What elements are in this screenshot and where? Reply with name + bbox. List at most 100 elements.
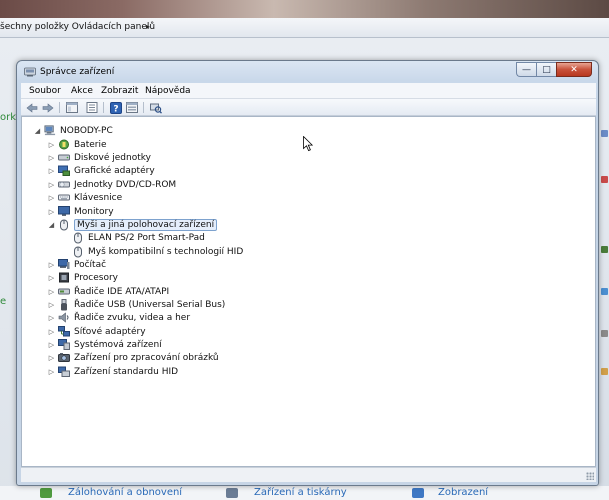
show-hide-tree-icon[interactable] bbox=[65, 101, 79, 114]
tree-child-elan-smart-pad[interactable]: ELAN PS/2 Port Smart-Pad bbox=[72, 231, 205, 244]
computer-icon bbox=[44, 125, 56, 136]
toolbar-separator bbox=[59, 102, 60, 113]
control-panel-bottom-row: Zálohování a obnovení Zařízení a tiskárn… bbox=[0, 486, 609, 500]
tree-item-processors[interactable]: ▷ Procesory bbox=[48, 271, 118, 284]
tree-item-sound-controllers[interactable]: ▷ Řadiče zvuku, videa a her bbox=[48, 311, 190, 324]
dvd-drive-icon bbox=[58, 179, 70, 190]
device-manager-icon bbox=[24, 67, 36, 77]
scan-hardware-icon[interactable] bbox=[149, 101, 163, 114]
display-icon bbox=[412, 488, 424, 498]
menu-view[interactable]: Zobrazit bbox=[101, 86, 138, 96]
expand-arrow-icon[interactable]: ▷ bbox=[48, 166, 55, 175]
menu-help[interactable]: Nápověda bbox=[145, 86, 191, 96]
tree-item-system-devices[interactable]: ▷ Systémová zařízení bbox=[48, 338, 162, 351]
title-bar[interactable]: Správce zařízení — □ ✕ bbox=[17, 61, 598, 83]
tree-item-label: Klávesnice bbox=[74, 192, 123, 203]
expand-arrow-icon[interactable]: ▷ bbox=[48, 140, 55, 149]
properties-icon[interactable] bbox=[85, 101, 99, 114]
system-device-icon bbox=[58, 339, 70, 350]
tree-child-label: Myš kompatibilní s technologií HID bbox=[88, 246, 244, 257]
toolbar-separator bbox=[103, 102, 104, 113]
tree-item-dvd-drives[interactable]: ▷ Jednotky DVD/CD-ROM bbox=[48, 178, 176, 191]
back-icon[interactable] bbox=[25, 101, 39, 114]
close-button[interactable]: ✕ bbox=[556, 62, 592, 77]
expand-arrow-icon[interactable]: ▷ bbox=[48, 273, 55, 282]
expand-arrow-icon[interactable]: ▷ bbox=[48, 367, 55, 376]
help-icon[interactable]: ? bbox=[109, 101, 123, 114]
mouse-icon bbox=[72, 232, 84, 243]
keyboard-icon bbox=[58, 192, 70, 203]
backup-link[interactable]: Zálohování a obnovení bbox=[68, 487, 182, 498]
background-icon bbox=[601, 130, 608, 137]
view-icon[interactable] bbox=[125, 101, 139, 114]
breadcrumb[interactable]: šechny položky Ovládacích panelů bbox=[0, 22, 155, 32]
expand-arrow-icon[interactable]: ▷ bbox=[48, 340, 55, 349]
tree-root[interactable]: ◢ NOBODY-PC bbox=[34, 124, 113, 137]
expand-arrow-icon[interactable]: ▷ bbox=[48, 313, 55, 322]
background-icon bbox=[601, 330, 608, 337]
expand-arrow-icon[interactable]: ▷ bbox=[48, 260, 55, 269]
status-bar bbox=[21, 467, 596, 482]
tree-item-hid-devices[interactable]: ▷ Zařízení standardu HID bbox=[48, 365, 178, 378]
disk-drive-icon bbox=[58, 152, 70, 163]
maximize-button[interactable]: □ bbox=[536, 62, 556, 77]
minimize-button[interactable]: — bbox=[516, 62, 536, 77]
tree-item-display-adapters[interactable]: ▷ Grafické adaptéry bbox=[48, 164, 155, 177]
expand-arrow-icon[interactable]: ▷ bbox=[48, 287, 55, 296]
menu-file[interactable]: Soubor bbox=[29, 86, 61, 96]
tree-item-label: Řadiče IDE ATA/ATAPI bbox=[74, 286, 170, 297]
background-right-column bbox=[599, 60, 609, 500]
background-icon bbox=[601, 288, 608, 295]
battery-icon bbox=[58, 139, 70, 150]
expand-arrow-icon[interactable]: ▷ bbox=[48, 207, 55, 216]
display-adapter-icon bbox=[58, 165, 70, 176]
tree-item-label: Řadiče zvuku, videa a her bbox=[74, 312, 191, 323]
tree-item-label: Myši a jiná polohovací zařízení bbox=[74, 218, 218, 231]
printer-icon bbox=[226, 488, 238, 498]
tree-item-keyboards[interactable]: ▷ Klávesnice bbox=[48, 191, 122, 204]
tree-item-label: Diskové jednotky bbox=[74, 152, 151, 163]
background-link-fragment[interactable]: e bbox=[0, 296, 6, 307]
tree-item-label: Síťové adaptéry bbox=[74, 326, 146, 337]
expand-arrow-icon[interactable]: ▷ bbox=[48, 153, 55, 162]
mouse-icon bbox=[58, 219, 70, 230]
device-tree-pane[interactable]: ◢ NOBODY-PC ▷ Baterie ▷ Diskové jednotky… bbox=[21, 116, 596, 467]
ide-controller-icon bbox=[58, 286, 70, 297]
toolbar: ? bbox=[21, 99, 596, 116]
tree-root-label: NOBODY-PC bbox=[60, 125, 113, 136]
tree-item-usb-controllers[interactable]: ▷ Řadiče USB (Universal Serial Bus) bbox=[48, 298, 225, 311]
tree-item-network-adapters[interactable]: ▷ Síťové adaptéry bbox=[48, 325, 146, 338]
tree-item-label: Monitory bbox=[74, 206, 114, 217]
address-bar[interactable]: šechny položky Ovládacích panelů ▸ bbox=[0, 18, 609, 38]
display-link[interactable]: Zobrazení bbox=[438, 487, 488, 498]
tree-item-ide-controllers[interactable]: ▷ Řadiče IDE ATA/ATAPI bbox=[48, 285, 169, 298]
expand-arrow-icon[interactable]: ▷ bbox=[48, 327, 55, 336]
expand-arrow-icon[interactable]: ▷ bbox=[48, 353, 55, 362]
device-manager-window: Správce zařízení — □ ✕ Soubor Akce Zobra… bbox=[16, 60, 599, 486]
hid-icon bbox=[58, 366, 70, 377]
monitor-icon bbox=[58, 206, 70, 217]
tree-item-label: Zařízení standardu HID bbox=[74, 366, 179, 377]
tree-item-battery[interactable]: ▷ Baterie bbox=[48, 138, 107, 151]
sound-icon bbox=[58, 312, 70, 323]
tree-item-computer[interactable]: ▷ Počítač bbox=[48, 258, 106, 271]
expand-arrow-icon[interactable]: ▷ bbox=[48, 300, 55, 309]
collapse-arrow-icon[interactable]: ◢ bbox=[34, 126, 41, 135]
tree-item-imaging-devices[interactable]: ▷ Zařízení pro zpracování obrázků bbox=[48, 351, 219, 364]
breadcrumb-arrow-icon[interactable]: ▸ bbox=[146, 22, 150, 31]
collapse-arrow-icon[interactable]: ◢ bbox=[48, 220, 55, 229]
tree-item-mice[interactable]: ◢ Myši a jiná polohovací zařízení bbox=[48, 218, 218, 231]
menu-action[interactable]: Akce bbox=[71, 86, 93, 96]
tree-item-label: Jednotky DVD/CD-ROM bbox=[74, 179, 177, 190]
resize-grip-icon[interactable] bbox=[586, 472, 594, 480]
forward-icon[interactable] bbox=[41, 101, 55, 114]
background-link-fragment[interactable]: ork bbox=[0, 112, 16, 123]
devices-printers-link[interactable]: Zařízení a tiskárny bbox=[254, 487, 347, 498]
expand-arrow-icon[interactable]: ▷ bbox=[48, 180, 55, 189]
expand-arrow-icon[interactable]: ▷ bbox=[48, 193, 55, 202]
tree-child-hid-mouse[interactable]: Myš kompatibilní s technologií HID bbox=[72, 245, 243, 258]
tree-item-disk-drives[interactable]: ▷ Diskové jednotky bbox=[48, 151, 151, 164]
processor-icon bbox=[58, 272, 70, 283]
caption-buttons: — □ ✕ bbox=[516, 62, 592, 78]
tree-item-monitors[interactable]: ▷ Monitory bbox=[48, 205, 114, 218]
